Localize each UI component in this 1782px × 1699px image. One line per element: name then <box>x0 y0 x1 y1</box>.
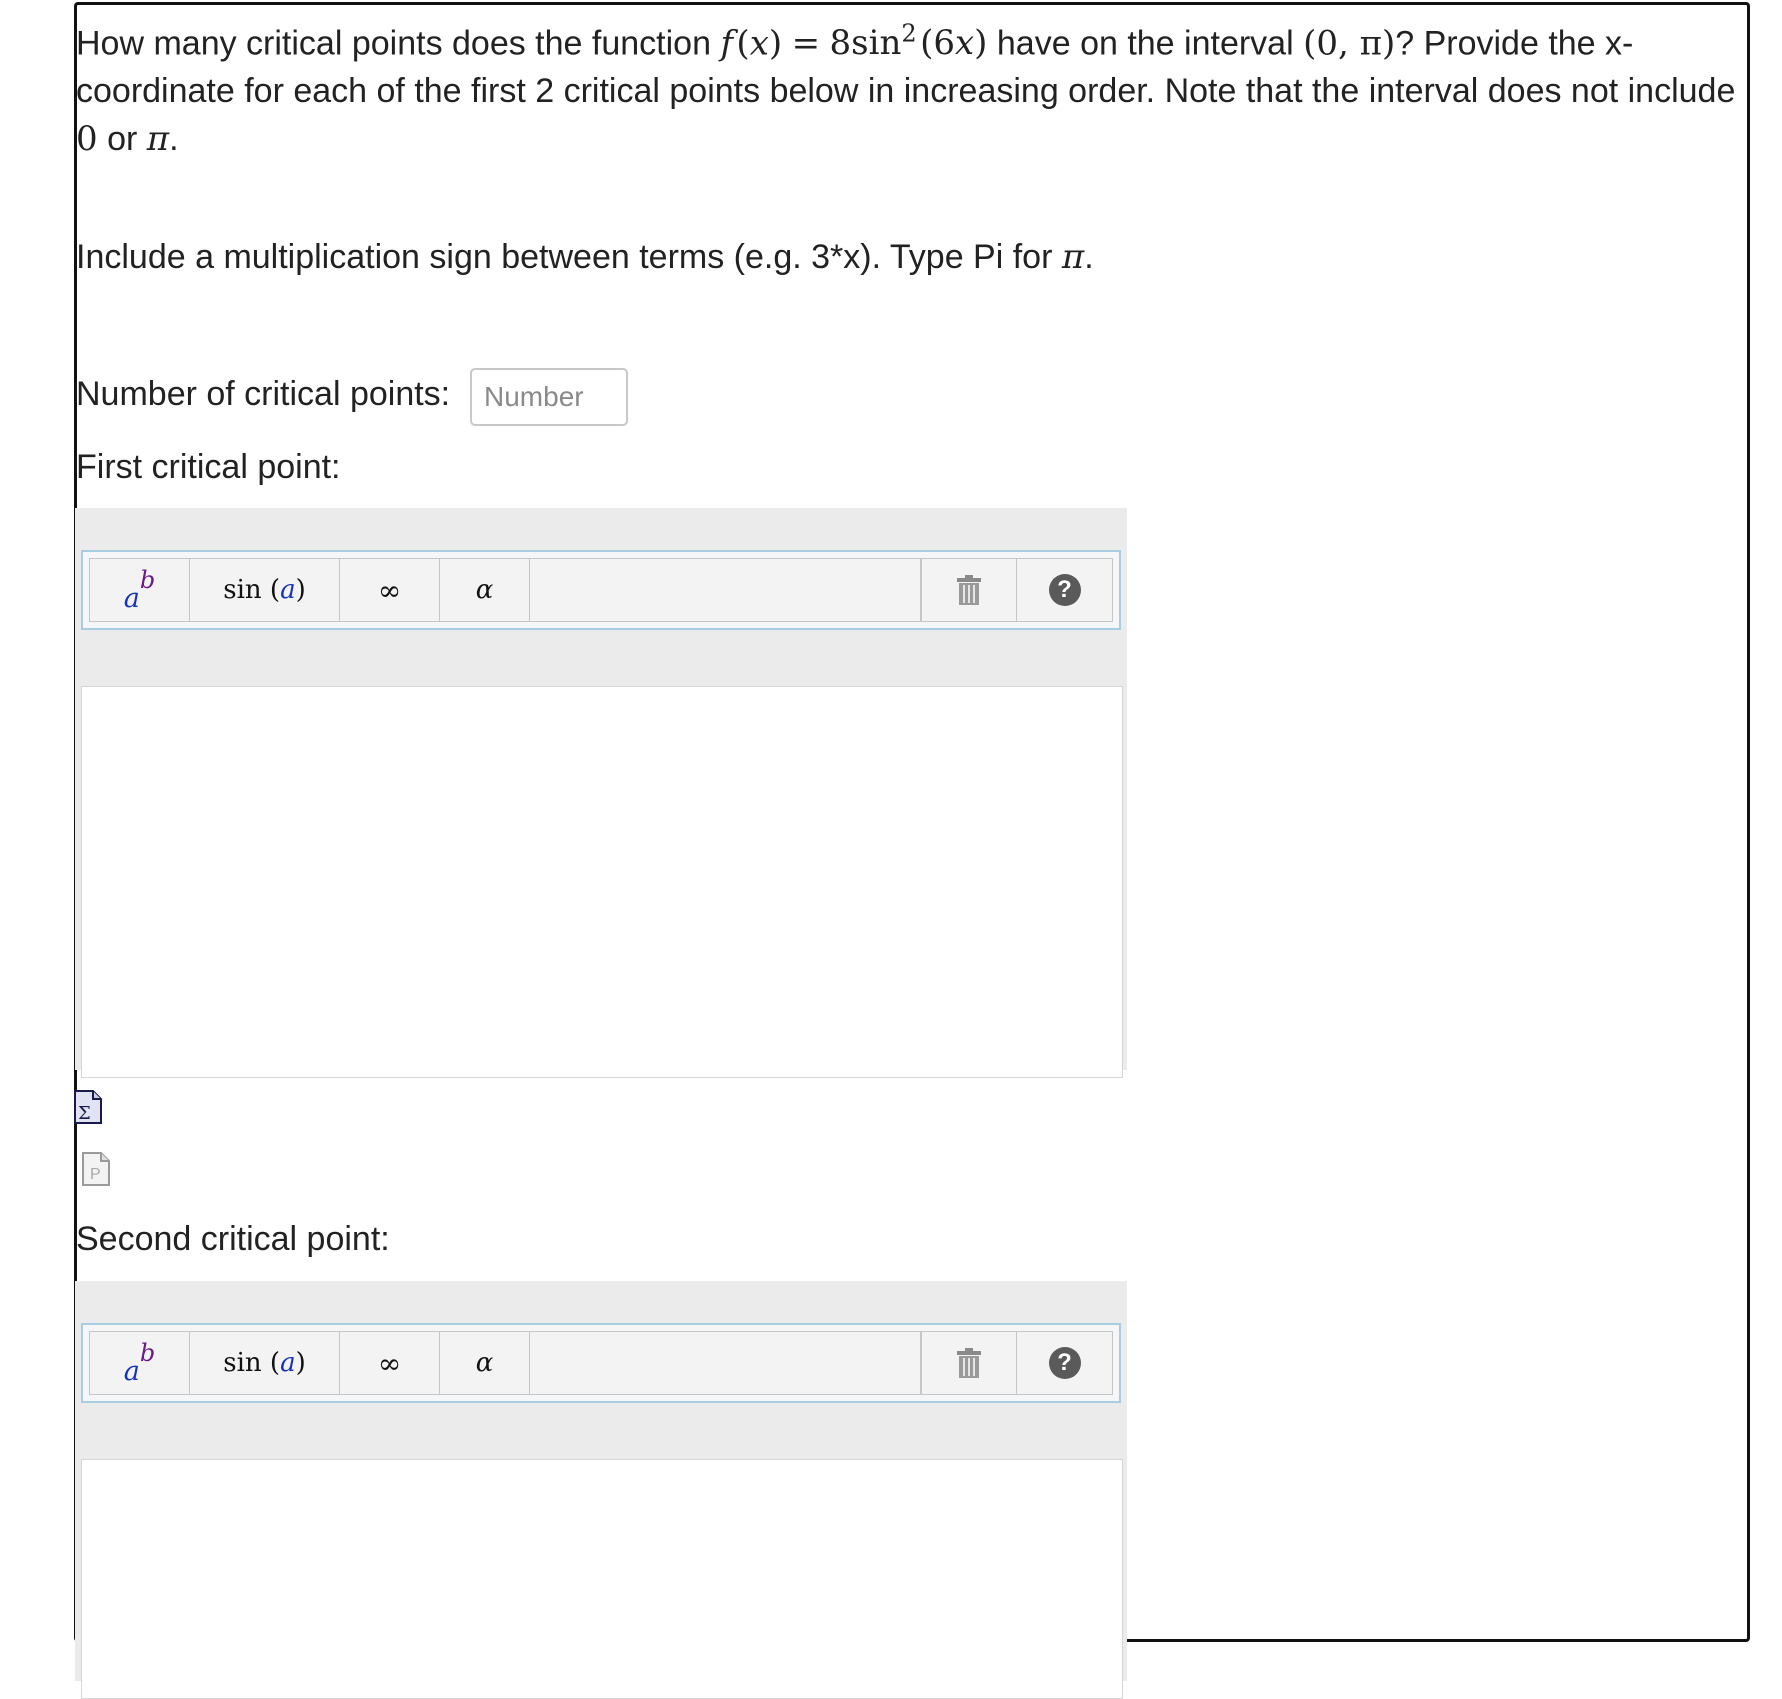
second-point-label: Second critical point: <box>76 1220 390 1258</box>
second-point-editor: ab sin (a) ∞ α ? <box>75 1281 1127 1699</box>
sigma-equation-icon[interactable]: Σ <box>74 1090 102 1124</box>
function-button[interactable]: sin (a) <box>190 559 340 621</box>
toolbar-spacer <box>530 559 921 621</box>
toolbar-spacer <box>530 1332 921 1394</box>
power-button[interactable]: ab <box>90 1332 190 1394</box>
second-point-input[interactable] <box>81 1459 1123 1699</box>
trash-icon <box>957 1348 981 1378</box>
function-button[interactable]: sin (a) <box>190 1332 340 1394</box>
first-point-editor: ab sin (a) ∞ α ? <box>75 508 1127 1078</box>
count-label: Number of critical points: <box>76 375 451 413</box>
editor-toolbar: ab sin (a) ∞ α ? <box>81 1323 1121 1403</box>
infinity-button[interactable]: ∞ <box>340 1332 440 1394</box>
svg-text:P: P <box>90 1166 101 1183</box>
trash-button[interactable] <box>921 1332 1017 1394</box>
trash-button[interactable] <box>921 559 1017 621</box>
help-button[interactable]: ? <box>1017 1332 1112 1394</box>
preview-page-icon[interactable]: P <box>82 1152 110 1186</box>
help-button[interactable]: ? <box>1017 559 1112 621</box>
svg-text:Σ: Σ <box>78 1103 91 1124</box>
question-text: How many critical points does the functi… <box>76 20 1736 160</box>
trash-icon <box>957 575 981 605</box>
instruction-text: Include a multiplication sign between te… <box>76 237 1094 277</box>
question-circle-icon: ? <box>1048 574 1081 606</box>
greek-button[interactable]: α <box>440 1332 530 1394</box>
editor-toolbar: ab sin (a) ∞ α ? <box>81 550 1121 630</box>
infinity-button[interactable]: ∞ <box>340 559 440 621</box>
first-point-input[interactable] <box>81 686 1123 1078</box>
greek-button[interactable]: α <box>440 559 530 621</box>
question-circle-icon: ? <box>1048 1347 1081 1379</box>
power-button[interactable]: ab <box>90 559 190 621</box>
first-point-label: First critical point: <box>76 448 341 486</box>
critical-count-input[interactable] <box>470 368 628 426</box>
